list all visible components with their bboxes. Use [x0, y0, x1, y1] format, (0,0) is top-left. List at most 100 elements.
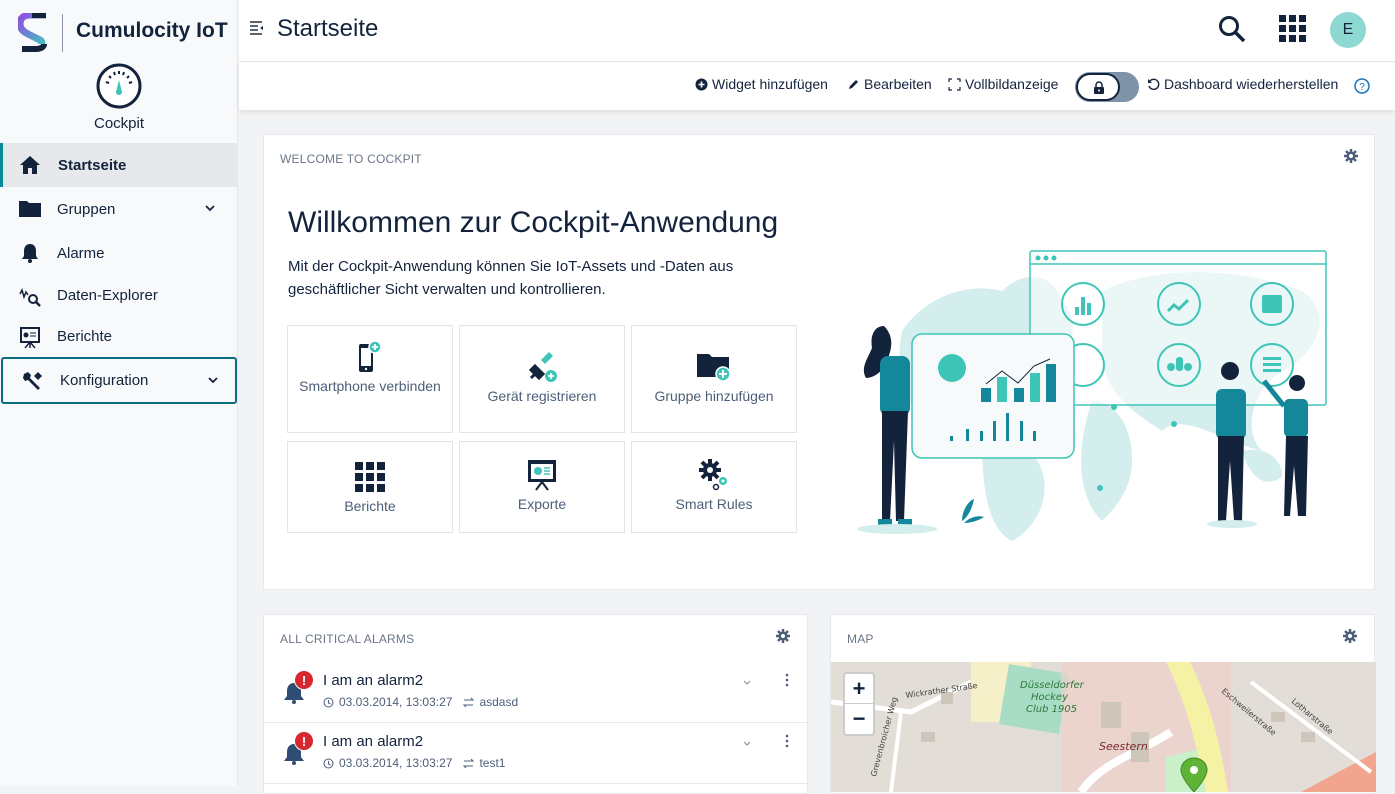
- more-options-icon[interactable]: [782, 672, 792, 688]
- gears-icon: [699, 459, 727, 491]
- add-widget-button[interactable]: Widget hinzufügen: [695, 76, 828, 92]
- map-zoom-control: + −: [843, 672, 875, 736]
- tile-geraet-registrieren[interactable]: Gerät registrieren: [459, 325, 625, 433]
- tile-exporte[interactable]: Exporte: [459, 441, 625, 533]
- toggle-knob: [1076, 73, 1120, 101]
- lock-dashboard-toggle[interactable]: [1075, 72, 1139, 102]
- cockpit-gauge-icon: [96, 63, 142, 109]
- page-title: Startseite: [277, 15, 379, 42]
- zoom-out-button[interactable]: −: [845, 704, 873, 734]
- gear-icon[interactable]: [776, 629, 790, 643]
- exchange-icon: [463, 758, 475, 768]
- smartphone-add-icon: [359, 340, 382, 372]
- fullscreen-label: Vollbildanzeige: [965, 76, 1059, 92]
- alarm-row[interactable]: ! I am an alarm2 03.03.2014, 13:03:27 as…: [264, 662, 808, 723]
- gear-icon[interactable]: [1344, 149, 1358, 163]
- sidebar-item-gruppen[interactable]: Gruppen: [0, 187, 238, 231]
- plus-circle-icon: [695, 78, 708, 90]
- chevron-down-icon[interactable]: [741, 737, 753, 749]
- restore-label: Dashboard wiederherstellen: [1164, 76, 1339, 92]
- sidebar-item-label: Startseite: [58, 156, 127, 174]
- lock-icon: [1094, 81, 1104, 94]
- top-header: Startseite E: [239, 0, 1395, 62]
- pencil-icon: [849, 79, 858, 89]
- edit-label: Bearbeiten: [864, 76, 932, 92]
- zoom-in-button[interactable]: +: [845, 674, 873, 704]
- chevron-down-icon[interactable]: [741, 676, 753, 688]
- tile-smart-rules[interactable]: Smart Rules: [631, 441, 797, 533]
- sidebar-item-konfiguration[interactable]: Konfiguration: [1, 357, 237, 404]
- folder-icon: [19, 201, 41, 217]
- alarm-source[interactable]: test1: [479, 756, 505, 770]
- chevron-down-icon[interactable]: [206, 373, 220, 387]
- widget-title: MAP: [847, 632, 874, 646]
- bell-icon: [22, 244, 38, 263]
- add-widget-label: Widget hinzufügen: [712, 76, 828, 92]
- help-icon[interactable]: ?: [1354, 78, 1370, 94]
- brand-name: Cumulocity IoT: [76, 19, 228, 42]
- alarm-meta: 03.03.2014, 13:03:27 asdasd: [323, 695, 518, 709]
- search-icon[interactable]: [1217, 14, 1247, 44]
- restore-icon: [1148, 78, 1160, 90]
- sidebar-item-label: Konfiguration: [60, 372, 149, 389]
- sidebar-item-label: Alarme: [57, 244, 105, 262]
- edit-button[interactable]: Bearbeiten: [847, 76, 932, 92]
- tile-label: Smart Rules: [675, 496, 753, 512]
- alarm-time: 03.03.2014, 13:03:27: [339, 756, 453, 770]
- sidebar-item-label: Daten-Explorer: [57, 287, 158, 304]
- welcome-lead: Mit der Cockpit-Anwendung können Sie IoT…: [288, 258, 734, 298]
- tile-label: Exporte: [517, 496, 567, 512]
- brand-divider: [62, 14, 63, 52]
- svg-text:Hockey: Hockey: [1031, 692, 1069, 703]
- tile-label: Gruppe hinzufügen: [654, 388, 774, 404]
- cockpit-illustration: [857, 250, 1327, 541]
- sidebar-nav: Startseite Gruppen Alarme Daten-Explorer…: [0, 143, 238, 404]
- cumulocity-logo-icon: [18, 13, 47, 52]
- app-switcher[interactable]: Cockpit: [0, 62, 238, 140]
- alarm-text: I am an alarm2: [323, 672, 424, 689]
- home-icon: [20, 156, 40, 174]
- app-grid-icon[interactable]: [1279, 15, 1306, 42]
- grid-icon: [355, 462, 385, 492]
- gear-icon[interactable]: [1343, 629, 1357, 643]
- welcome-heading: Willkommen zur Cockpit-Anwendung: [288, 206, 779, 239]
- alarm-time: 03.03.2014, 13:03:27: [339, 695, 453, 709]
- brand: Cumulocity IoT: [0, 0, 238, 62]
- critical-badge-icon: !: [294, 670, 314, 690]
- user-avatar[interactable]: E: [1330, 12, 1366, 48]
- svg-text:Düsseldorfer: Düsseldorfer: [1020, 680, 1085, 691]
- map-tiles: Düsseldorfer Hockey Club 1905 Seestern W…: [831, 662, 1376, 792]
- tile-label: Smartphone verbinden: [299, 378, 441, 394]
- map-widget: MAP Düsseldorfer Hockey Club 1905 Seeste…: [830, 614, 1376, 794]
- welcome-widget: WELCOME TO COCKPIT Willkommen zur Cockpi…: [263, 134, 1375, 590]
- sidebar-item-startseite[interactable]: Startseite: [0, 143, 238, 187]
- alarm-row[interactable]: ! I am an alarm2 03.03.2014, 13:03:27 te…: [264, 723, 808, 784]
- map-canvas[interactable]: Düsseldorfer Hockey Club 1905 Seestern W…: [831, 662, 1376, 792]
- clock-icon: [323, 758, 334, 768]
- tile-smartphone-verbinden[interactable]: Smartphone verbinden: [287, 325, 453, 433]
- presentation-icon: [528, 460, 556, 491]
- alarm-source[interactable]: asdasd: [479, 695, 518, 709]
- toggle-sidebar-icon[interactable]: [249, 20, 265, 36]
- chevron-down-icon[interactable]: [203, 201, 217, 215]
- sidebar-item-berichte[interactable]: Berichte: [0, 316, 238, 357]
- expand-icon: [948, 77, 961, 91]
- clock-icon: [323, 697, 334, 707]
- sidebar-item-label: Berichte: [57, 328, 113, 345]
- tile-gruppe-hinzufuegen[interactable]: Gruppe hinzufügen: [631, 325, 797, 433]
- critical-badge-icon: !: [294, 731, 314, 751]
- dashboard-action-bar: Widget hinzufügen Bearbeiten Vollbildanz…: [239, 62, 1395, 110]
- tile-berichte[interactable]: Berichte: [287, 441, 453, 533]
- folder-add-icon: [697, 354, 731, 382]
- tile-label: Gerät registrieren: [487, 388, 597, 404]
- sidebar-item-daten-explorer[interactable]: Daten-Explorer: [0, 275, 238, 316]
- data-explorer-icon: [19, 287, 41, 307]
- fullscreen-button[interactable]: Vollbildanzeige: [948, 76, 1058, 92]
- restore-dashboard-button[interactable]: Dashboard wiederherstellen: [1147, 76, 1338, 92]
- exchange-icon: [463, 697, 475, 707]
- sidebar-item-alarme[interactable]: Alarme: [0, 231, 238, 275]
- report-icon: [20, 327, 40, 349]
- alarm-text: I am an alarm2: [323, 733, 424, 750]
- alarm-meta: 03.03.2014, 13:03:27 test1: [323, 756, 505, 770]
- more-options-icon[interactable]: [782, 733, 792, 749]
